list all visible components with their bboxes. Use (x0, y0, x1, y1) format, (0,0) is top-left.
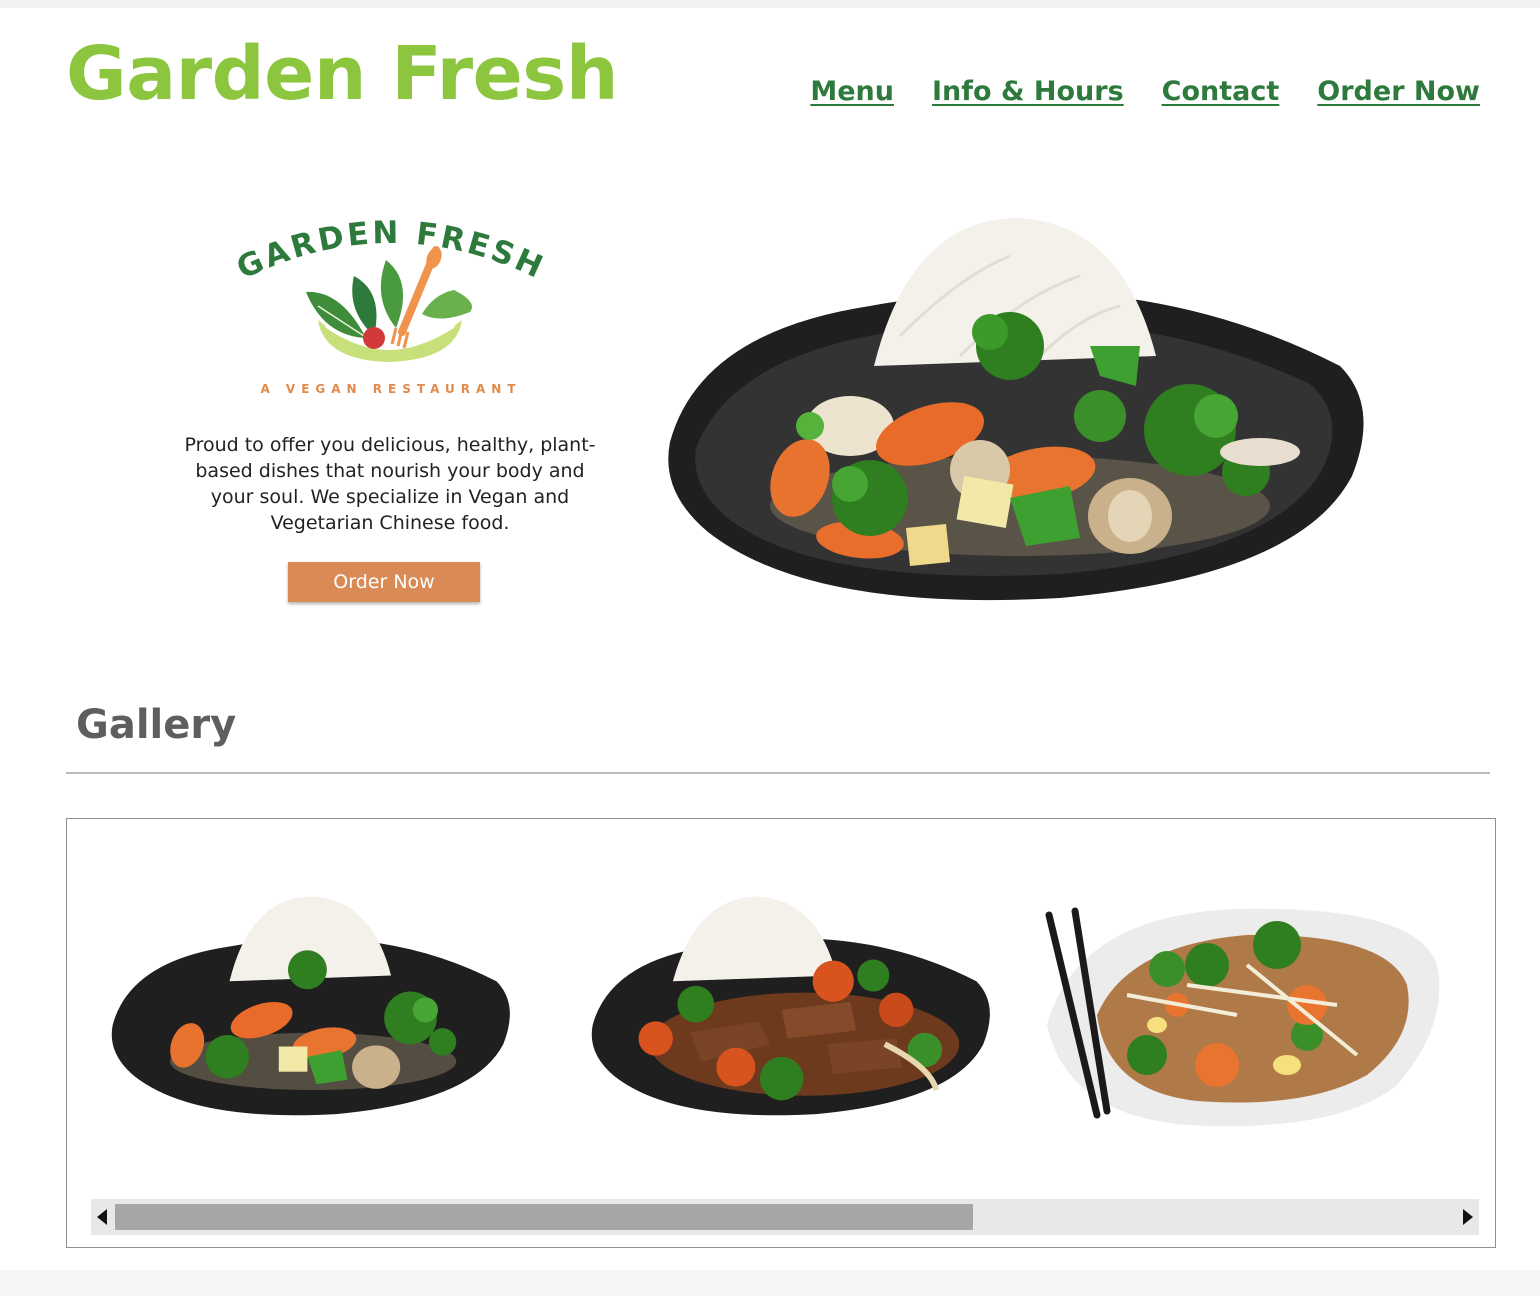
restaurant-logo: GARDEN FRESH A VEGAN RESTAURANT (226, 210, 556, 405)
scroll-right-arrow-icon[interactable] (1457, 1199, 1479, 1235)
gallery-heading: Gallery (76, 702, 237, 748)
site-title: Garden Fresh (66, 31, 619, 117)
dish-vegetables-rice-thumb (111, 896, 510, 1116)
scroll-track[interactable] (115, 1204, 1455, 1230)
dish-fried-rice-thumb (1045, 907, 1440, 1127)
gallery-image-vegetables-rice[interactable] (107, 887, 517, 1127)
gallery-carousel (66, 818, 1496, 1248)
browser-bottom-strip (0, 1270, 1540, 1296)
nav-link-menu[interactable]: Menu (810, 76, 894, 107)
gallery-image-fried-rice[interactable] (1037, 905, 1447, 1135)
gallery-scrollbar[interactable] (91, 1199, 1479, 1235)
gallery-divider (66, 772, 1490, 774)
dish-vegetables-rice-illustration (668, 218, 1364, 601)
gallery-image-beef-broccoli-rice[interactable] (587, 887, 997, 1127)
nav-link-contact[interactable]: Contact (1162, 76, 1280, 107)
hero-dish-image (660, 216, 1376, 606)
main-nav: Menu Info & Hours Contact Order Now (810, 76, 1480, 107)
logo-graphic: GARDEN FRESH (231, 215, 548, 362)
logo-tagline: A VEGAN RESTAURANT (260, 382, 522, 396)
scroll-thumb[interactable] (115, 1204, 973, 1230)
nav-link-info-hours[interactable]: Info & Hours (932, 76, 1124, 107)
order-now-button[interactable]: Order Now (288, 562, 480, 602)
dish-beef-broccoli-thumb (591, 896, 990, 1116)
scroll-left-arrow-icon[interactable] (91, 1199, 113, 1235)
intro-text: Proud to offer you delicious, healthy, p… (184, 434, 596, 534)
nav-link-order-now[interactable]: Order Now (1317, 76, 1480, 107)
browser-top-strip (0, 0, 1540, 8)
